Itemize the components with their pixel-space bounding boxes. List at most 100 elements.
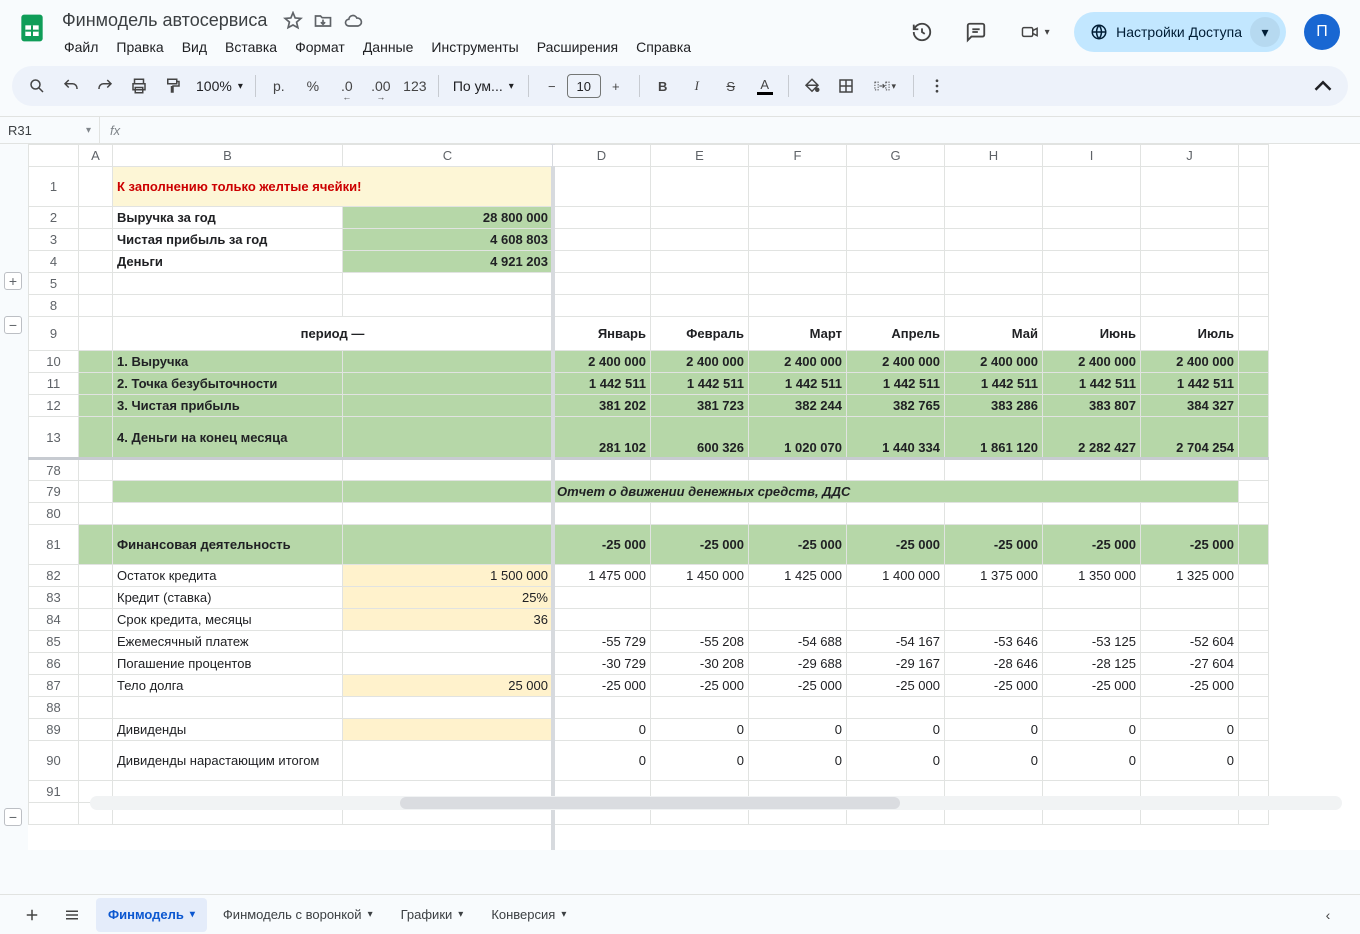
- column-header[interactable]: A: [79, 145, 113, 167]
- cell[interactable]: -30 729: [553, 653, 651, 675]
- cell[interactable]: [79, 697, 113, 719]
- cell[interactable]: -54 167: [847, 631, 945, 653]
- cell[interactable]: Отчет о движении денежных средств, ДДС: [553, 481, 1239, 503]
- row-header[interactable]: 84: [29, 609, 79, 631]
- cell[interactable]: [343, 503, 553, 525]
- cell[interactable]: [113, 481, 343, 503]
- cell[interactable]: 2 400 000: [1043, 351, 1141, 373]
- cell[interactable]: [343, 417, 553, 459]
- format-123-button[interactable]: 123: [400, 71, 430, 101]
- cell[interactable]: [847, 609, 945, 631]
- cell[interactable]: -54 688: [749, 631, 847, 653]
- cell[interactable]: 1 325 000: [1141, 565, 1239, 587]
- cell[interactable]: [651, 273, 749, 295]
- history-icon[interactable]: [902, 12, 942, 52]
- cell[interactable]: [113, 697, 343, 719]
- cell[interactable]: -25 000: [553, 675, 651, 697]
- row-header[interactable]: 12: [29, 395, 79, 417]
- cell[interactable]: Дивиденды: [113, 719, 343, 741]
- merge-button[interactable]: ▾: [865, 71, 905, 101]
- cell[interactable]: [651, 587, 749, 609]
- menu-Справка[interactable]: Справка: [628, 35, 699, 59]
- cell[interactable]: [79, 207, 113, 229]
- cell[interactable]: Июль: [1141, 317, 1239, 351]
- cell[interactable]: 2 400 000: [553, 351, 651, 373]
- cell[interactable]: [749, 609, 847, 631]
- menu-Данные[interactable]: Данные: [355, 35, 422, 59]
- cell[interactable]: [553, 295, 651, 317]
- row-header[interactable]: 11: [29, 373, 79, 395]
- cell[interactable]: -25 000: [945, 525, 1043, 565]
- cell[interactable]: [553, 167, 651, 207]
- font-select[interactable]: По ум...▾: [447, 78, 520, 94]
- row-header[interactable]: 2: [29, 207, 79, 229]
- menu-Расширения[interactable]: Расширения: [529, 35, 626, 59]
- column-header[interactable]: D: [553, 145, 651, 167]
- cell[interactable]: [343, 373, 553, 395]
- cell[interactable]: -25 000: [1141, 675, 1239, 697]
- cell[interactable]: [651, 609, 749, 631]
- row-header[interactable]: 82: [29, 565, 79, 587]
- cell[interactable]: 2 400 000: [749, 351, 847, 373]
- row-header[interactable]: 85: [29, 631, 79, 653]
- cell[interactable]: [651, 229, 749, 251]
- cell[interactable]: [79, 675, 113, 697]
- cell[interactable]: [343, 295, 553, 317]
- cell[interactable]: период —: [113, 317, 553, 351]
- cell[interactable]: [651, 207, 749, 229]
- cell[interactable]: [79, 351, 113, 373]
- redo-icon[interactable]: [90, 71, 120, 101]
- cell[interactable]: [1141, 609, 1239, 631]
- cell[interactable]: -28 125: [1043, 653, 1141, 675]
- cell[interactable]: [343, 459, 553, 481]
- cell[interactable]: 2 704 254: [1141, 417, 1239, 459]
- cell[interactable]: 4 921 203: [343, 251, 553, 273]
- cell[interactable]: [79, 295, 113, 317]
- row-header[interactable]: 83: [29, 587, 79, 609]
- row-header[interactable]: 13: [29, 417, 79, 459]
- cell[interactable]: 2 400 000: [945, 351, 1043, 373]
- cell[interactable]: Февраль: [651, 317, 749, 351]
- decrease-decimal-button[interactable]: .0←: [332, 71, 362, 101]
- cell[interactable]: 1 500 000: [343, 565, 553, 587]
- cell[interactable]: 1 442 511: [651, 373, 749, 395]
- cell[interactable]: -25 000: [847, 525, 945, 565]
- group-collapse-icon-2[interactable]: −: [4, 808, 22, 826]
- cell[interactable]: [749, 459, 847, 481]
- cell[interactable]: [749, 167, 847, 207]
- avatar[interactable]: П: [1304, 14, 1340, 50]
- cell[interactable]: 36: [343, 609, 553, 631]
- cell[interactable]: [343, 697, 553, 719]
- cell[interactable]: -25 000: [651, 525, 749, 565]
- cell[interactable]: 3. Чистая прибыль: [113, 395, 343, 417]
- row-header[interactable]: 3: [29, 229, 79, 251]
- cell[interactable]: [79, 503, 113, 525]
- cell[interactable]: Деньги: [113, 251, 343, 273]
- cell[interactable]: [847, 295, 945, 317]
- cell[interactable]: 0: [651, 741, 749, 781]
- cell[interactable]: 1 442 511: [847, 373, 945, 395]
- column-header[interactable]: I: [1043, 145, 1141, 167]
- row-header[interactable]: 87: [29, 675, 79, 697]
- cell[interactable]: [553, 273, 651, 295]
- row-header[interactable]: 88: [29, 697, 79, 719]
- cell[interactable]: Тело долга: [113, 675, 343, 697]
- sheets-logo-icon[interactable]: [12, 8, 52, 48]
- cell[interactable]: [945, 503, 1043, 525]
- cell[interactable]: -53 646: [945, 631, 1043, 653]
- cell[interactable]: 382 765: [847, 395, 945, 417]
- cell[interactable]: 1 442 511: [1043, 373, 1141, 395]
- cell[interactable]: [945, 273, 1043, 295]
- decrease-font-button[interactable]: −: [537, 71, 567, 101]
- cell[interactable]: [79, 251, 113, 273]
- cell[interactable]: 1 450 000: [651, 565, 749, 587]
- cell[interactable]: -25 000: [1141, 525, 1239, 565]
- cell[interactable]: [1043, 295, 1141, 317]
- cell[interactable]: Чистая прибыль за год: [113, 229, 343, 251]
- menu-Вставка[interactable]: Вставка: [217, 35, 285, 59]
- cell[interactable]: 0: [945, 719, 1043, 741]
- cell[interactable]: [749, 697, 847, 719]
- cell[interactable]: К заполнению только желтые ячейки!: [113, 167, 553, 207]
- sheet-tab[interactable]: Графики▾: [389, 898, 476, 932]
- cell[interactable]: 2 400 000: [1141, 351, 1239, 373]
